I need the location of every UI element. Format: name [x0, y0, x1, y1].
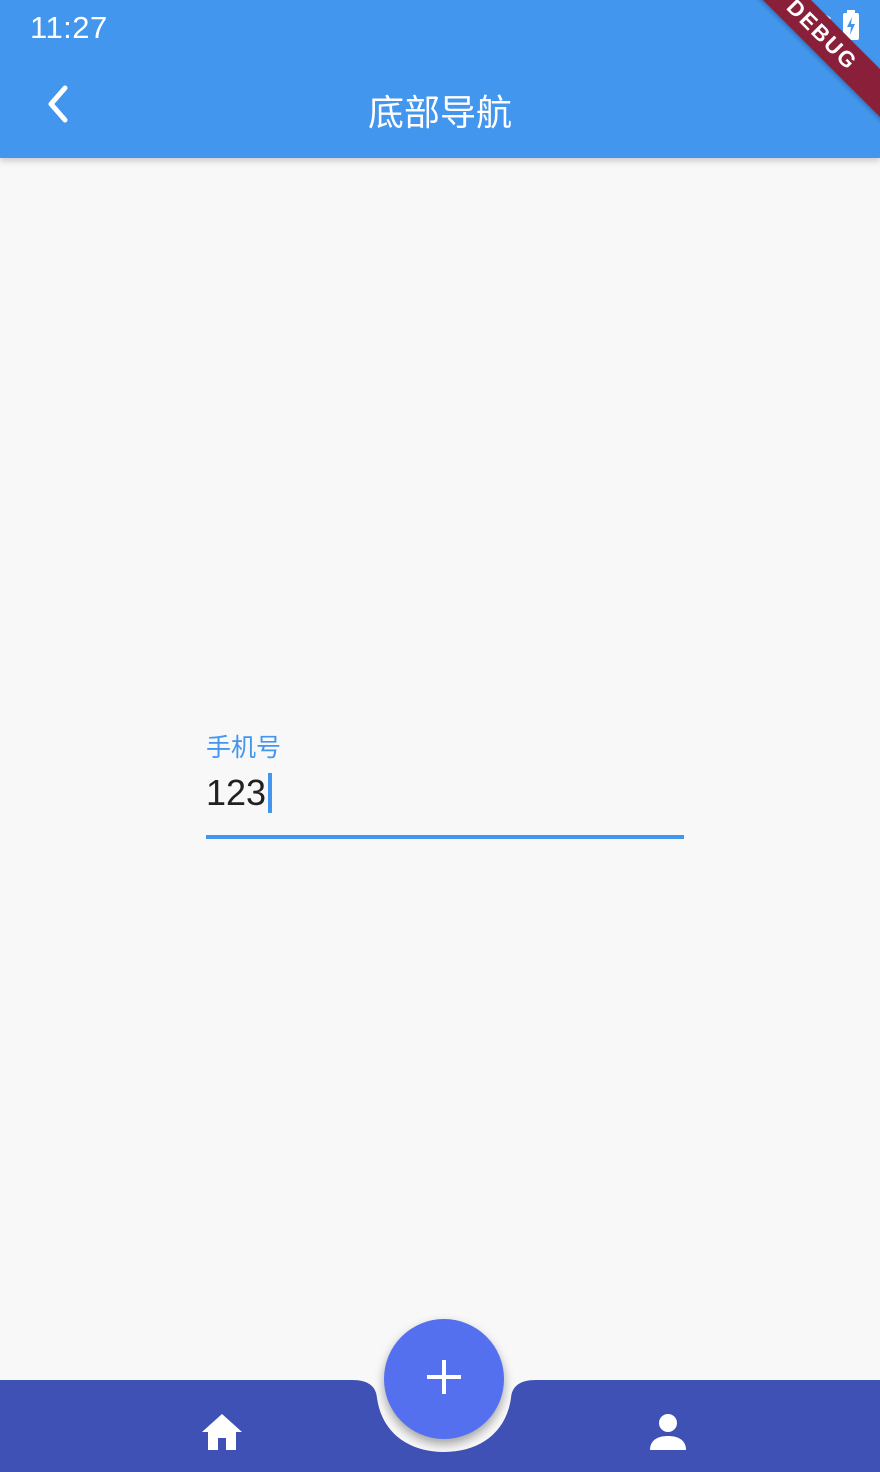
- page-title: 底部导航: [367, 93, 512, 134]
- phone-field-underline: [206, 835, 684, 839]
- status-time: 11:27: [30, 10, 108, 45]
- plus-icon: [427, 1360, 461, 1398]
- app-bar: 11:27 底部导航: [0, 0, 880, 158]
- screen: 11:27 底部导航 DEBUG 手机号 123: [0, 0, 880, 1472]
- text-caret: [268, 773, 273, 813]
- phone-input[interactable]: 123: [206, 768, 273, 818]
- nav-home-button[interactable]: [198, 1410, 246, 1458]
- nav-profile-button[interactable]: [644, 1410, 692, 1458]
- person-icon: [648, 1412, 688, 1456]
- home-icon: [200, 1412, 244, 1456]
- phone-field[interactable]: 手机号 123: [206, 728, 684, 840]
- add-fab-button[interactable]: [384, 1319, 504, 1439]
- phone-input-value: 123: [206, 772, 267, 813]
- phone-field-label: 手机号: [206, 733, 282, 762]
